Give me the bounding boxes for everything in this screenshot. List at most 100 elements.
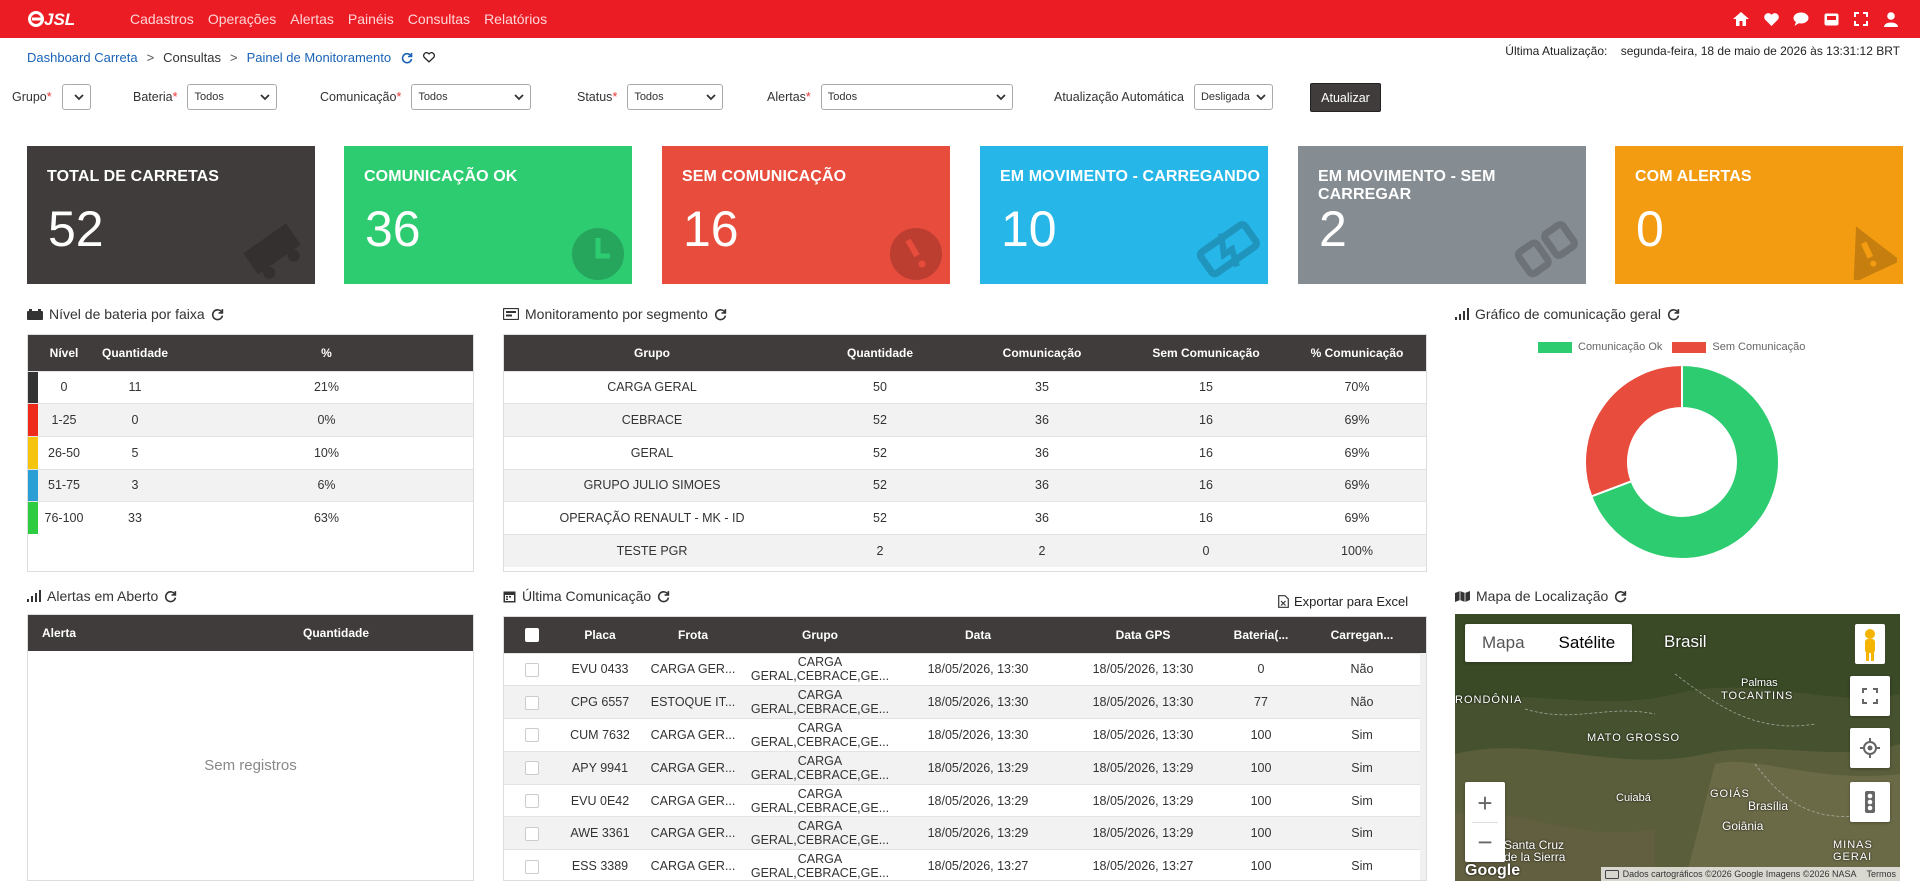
segment-quantidade: 52 [800, 468, 960, 502]
favorite-heart-icon[interactable] [423, 52, 436, 63]
zoom-out-button[interactable]: − [1477, 823, 1492, 861]
heart-icon[interactable] [1762, 10, 1780, 28]
street-view-pegman[interactable] [1850, 624, 1890, 664]
segment-table-header: Grupo Quantidade Comunicação Sem Comunic… [504, 335, 1426, 371]
menu-cadastros[interactable]: Cadastros [130, 11, 194, 27]
segment-row[interactable]: OPERAÇÃO RENAULT - MK - ID 52 36 16 69% [504, 501, 1426, 535]
breadcrumb: Dashboard Carreta > Consultas > Painel d… [27, 50, 436, 65]
last-update-label: Última Atualização: [1505, 44, 1608, 58]
legend-label-ok[interactable]: Comunicação Ok [1578, 341, 1662, 353]
grupo-select[interactable] [61, 84, 91, 110]
last-comm-frota: CARGA GER... [640, 783, 746, 817]
jsl-logo[interactable]: JSL [28, 8, 90, 30]
row-checkbox[interactable] [525, 662, 539, 677]
chat-icon[interactable] [1792, 10, 1810, 28]
row-checkbox[interactable] [525, 859, 539, 874]
fullscreen-icon[interactable] [1852, 10, 1870, 28]
last-comm-placa: ESS 3389 [560, 849, 640, 880]
menu-operacoes[interactable]: Operações [208, 11, 276, 27]
segment-sem-comunicacao: 15 [1124, 370, 1288, 404]
last-comm-row[interactable]: CPG 6557 ESTOQUE IT... CARGA GERAL,CEBRACE… [504, 685, 1426, 719]
last-comm-row[interactable]: EVU 0E42 CARGA GER... CARGA GERAL,CEBRACE,… [504, 783, 1426, 817]
breadcrumb-painel[interactable]: Painel de Monitoramento [247, 50, 392, 65]
atualizar-button[interactable]: Atualizar [1310, 83, 1381, 112]
keyboard-icon[interactable] [1604, 869, 1619, 879]
menu-consultas[interactable]: Consultas [408, 11, 470, 27]
menu-relatorios[interactable]: Relatórios [484, 11, 547, 27]
battery-row: 51-75 3 6% [28, 468, 473, 502]
alertas-select[interactable]: Todos [820, 84, 1013, 110]
export-excel-button[interactable]: Exportar para Excel [1278, 594, 1408, 609]
bateria-select[interactable]: Todos [187, 84, 278, 110]
my-location-button[interactable] [1850, 728, 1890, 768]
last-comm-row[interactable]: EVU 0433 CARGA GER... CARGA GERAL,CEBRACE,… [504, 652, 1426, 686]
card-sem-comunicacao[interactable]: SEM COMUNICAÇÃO 16 [662, 146, 950, 284]
refresh-icon[interactable] [714, 308, 727, 321]
card-movimento-sem-carregar[interactable]: EM MOVIMENTO - SEM CARREGAR 2 [1298, 146, 1586, 284]
col-pct-comunicacao: % Comunicação [1288, 335, 1426, 371]
legend-label-sem[interactable]: Sem Comunicação [1712, 341, 1805, 353]
map-type-tabs: Mapa Satélite [1465, 624, 1633, 662]
card-title: EM MOVIMENTO - CARREGANDO [1000, 168, 1260, 185]
map-terms-link[interactable]: Termos [1866, 869, 1896, 879]
filter-status-label: Status [577, 90, 613, 104]
last-comm-row[interactable]: CUM 7632 CARGA GER... CARGA GERAL,CEBRACE,… [504, 718, 1426, 752]
menu-paineis[interactable]: Painéis [348, 11, 394, 27]
map-label-cuiaba: Cuiabá [1616, 792, 1651, 804]
map-label-rondonia: RONDÔNIA [1455, 694, 1523, 706]
map-tab-satelite[interactable]: Satélite [1542, 624, 1633, 662]
menu-alertas[interactable]: Alertas [290, 11, 334, 27]
zoom-in-button[interactable]: + [1477, 784, 1492, 822]
card-comunicacao-ok[interactable]: COMUNICAÇÃO OK 36 [344, 146, 632, 284]
required-mark: * [46, 90, 52, 104]
comunicacao-select[interactable]: Todos [411, 84, 532, 110]
segment-comunicacao: 35 [960, 370, 1124, 404]
map-fullscreen-button[interactable] [1850, 676, 1890, 716]
home-icon[interactable] [1732, 10, 1750, 28]
navbar: JSL Cadastros Operações Alertas Painéis … [0, 0, 1920, 38]
location-map[interactable]: Mapa Satélite Brasil Palmas TOCANTINS RO… [1455, 614, 1900, 881]
refresh-icon[interactable] [657, 590, 670, 603]
last-comm-row[interactable]: ESS 3389 CARGA GER... CARGA GERAL,CEBRACE,… [504, 849, 1426, 880]
last-comm-row[interactable]: APY 9941 CARGA GER... CARGA GERAL,CEBRACE,… [504, 750, 1426, 785]
segment-grupo: OPERAÇÃO RENAULT - MK - ID [504, 501, 800, 535]
refresh-icon[interactable] [1614, 590, 1627, 603]
refresh-icon[interactable] [401, 52, 413, 64]
breadcrumb-dashboard-carreta[interactable]: Dashboard Carreta [27, 50, 138, 65]
filter-comunicacao-label: Comunicação [320, 90, 397, 104]
user-icon[interactable] [1882, 10, 1900, 28]
auto-update-select[interactable]: Desligada [1193, 84, 1273, 110]
table-scrollbar[interactable] [1420, 653, 1426, 880]
status-select[interactable]: Todos [627, 84, 724, 110]
refresh-icon[interactable] [1667, 308, 1680, 321]
row-checkbox[interactable] [525, 826, 539, 841]
segment-table: Grupo Quantidade Comunicação Sem Comunic… [503, 334, 1427, 572]
last-comm-bateria: 100 [1224, 750, 1298, 785]
select-all-checkbox[interactable] [525, 628, 539, 643]
map-tab-mapa[interactable]: Mapa [1465, 624, 1542, 662]
traffic-layer-button[interactable] [1850, 782, 1890, 822]
col-bateria: Bateria(... [1224, 617, 1298, 653]
card-value: 10 [1001, 201, 1057, 257]
donut-slice-sem-comunicacao[interactable] [1584, 363, 1683, 498]
refresh-icon[interactable] [211, 308, 224, 321]
last-comm-frota: CARGA GER... [640, 652, 746, 686]
row-checkbox[interactable] [525, 695, 539, 710]
segment-row[interactable]: GERAL 52 36 16 69% [504, 435, 1426, 470]
segment-row[interactable]: TESTE PGR 2 2 0 100% [504, 533, 1426, 568]
row-checkbox[interactable] [525, 761, 539, 776]
card-total-carretas[interactable]: TOTAL DE CARRETAS 52 [27, 146, 315, 284]
row-checkbox[interactable] [525, 793, 539, 808]
refresh-icon[interactable] [164, 590, 177, 603]
segment-row[interactable]: CARGA GERAL 50 35 15 70% [504, 370, 1426, 404]
auto-update-select-value: Desligada [1200, 91, 1250, 103]
card-movimento-carregando[interactable]: EM MOVIMENTO - CARREGANDO 10 [980, 146, 1268, 284]
row-checkbox[interactable] [525, 728, 539, 743]
alerts-panel-title: Alertas em Aberto [27, 588, 177, 604]
segment-quantidade: 52 [800, 501, 960, 535]
last-comm-row[interactable]: AWE 3361 CARGA GER... CARGA GERAL,CEBRACE,… [504, 816, 1426, 850]
inbox-icon[interactable] [1822, 10, 1840, 28]
segment-row[interactable]: GRUPO JULIO SIMOES 52 36 16 69% [504, 468, 1426, 502]
segment-row[interactable]: CEBRACE 52 36 16 69% [504, 403, 1426, 437]
card-com-alertas[interactable]: COM ALERTAS 0 [1615, 146, 1903, 284]
